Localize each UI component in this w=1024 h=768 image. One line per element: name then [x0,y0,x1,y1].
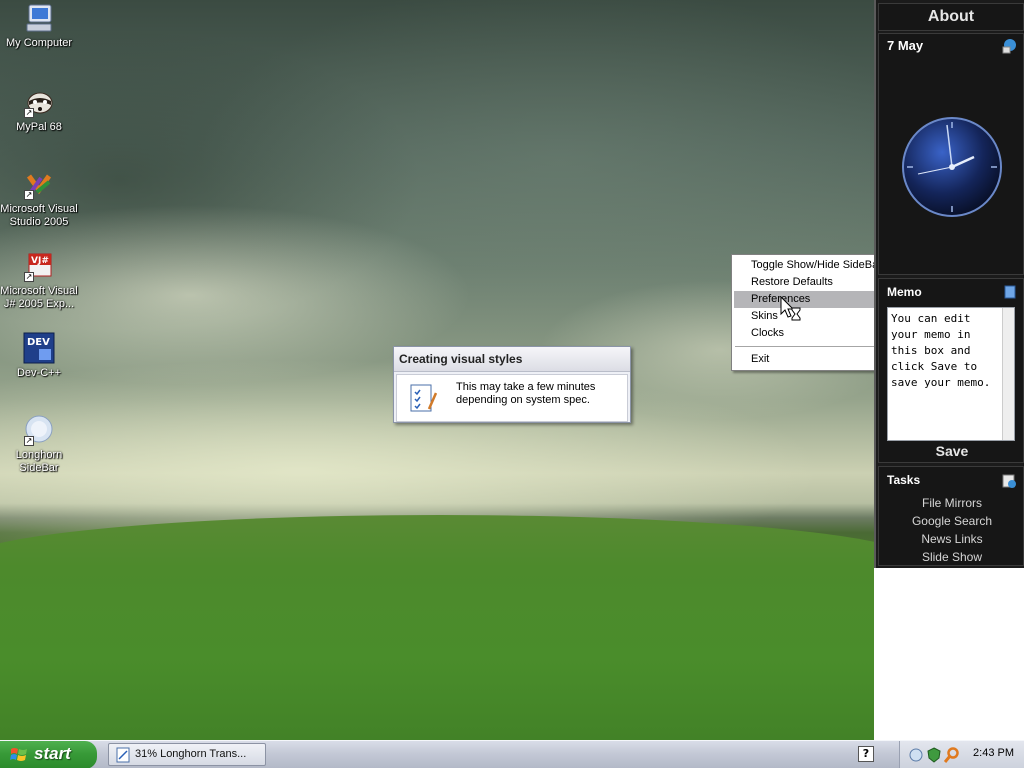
svg-text:VJ#: VJ# [31,256,49,266]
checklist-icon [409,383,438,419]
menu-item-label: Toggle Show/Hide SideBar [751,259,882,271]
desktop-icon-label: Longhorn SideBar [15,449,63,474]
desktop-icon-label: Dev-C++ [16,367,62,379]
network-icon[interactable] [908,747,924,766]
dialog-message: This may take a few minutes depending on… [456,381,596,406]
desktop-icon-label: Microsoft Visual J# 2005 Exp... [0,285,78,310]
start-button[interactable]: start [0,741,97,768]
tasks-settings-icon[interactable] [1001,473,1017,492]
dev-cpp-icon: DEV [23,332,55,364]
memo-panel: Memo You can edit your memo in this box … [878,278,1024,463]
desktop-icon-label: MyPal 68 [16,121,62,133]
clock-panel: 7 May [878,33,1024,275]
menu-item-label: Clocks [751,327,785,339]
taskbar-button-longhorn-transformation[interactable]: 31% Longhorn Trans... [108,743,266,766]
desktop-icon-longhorn-sidebar[interactable]: ↗ Longhorn SideBar [0,414,78,475]
task-link-google-search[interactable]: Google Search [879,512,1024,530]
menu-separator [735,346,896,347]
desktop-icon-vj-sharp[interactable]: VJ# ↗ Microsoft Visual J# 2005 Exp... [0,250,78,311]
sidebar-body: About 7 May Memo You can edit your memo … [874,0,1024,568]
installer-icon [116,747,130,765]
about-label: About [927,8,975,25]
menu-item-restore-defaults[interactable]: Restore Defaults [734,274,897,291]
visual-studio-icon: ↗ [23,168,55,200]
menu-item-preferences[interactable]: Preferences [734,291,897,308]
computer-icon [23,2,55,34]
date-label: 7 May [887,38,924,53]
svg-text:DEV: DEV [27,337,50,348]
menu-item-clocks[interactable]: Clocks▶ [734,325,897,342]
analog-clock [901,116,1003,221]
clock-settings-icon[interactable] [1001,38,1017,57]
longhorn-sidebar: About 7 May Memo You can edit your memo … [874,0,1024,740]
mouse-cursor-icon [780,295,802,322]
memo-note-icon[interactable] [1003,285,1017,302]
desktop-icon-mypal[interactable]: ↗ MyPal 68 [0,86,78,134]
menu-item-label: Exit [751,353,770,365]
desktop-icon-label: Microsoft Visual Studio 2005 [0,203,78,228]
memo-save-button[interactable]: Save [879,443,1024,459]
progress-dialog: Creating visual styles This may take a f… [393,346,631,423]
help-icon[interactable]: ? [858,746,874,762]
security-icon[interactable] [926,747,942,766]
menu-item-exit[interactable]: Exit [734,351,897,368]
task-link-news-links[interactable]: News Links [879,530,1024,548]
raccoon-icon: ↗ [23,86,55,118]
memo-textarea[interactable]: You can edit your memo in this box and c… [887,307,1015,441]
menu-item-toggle-sidebar[interactable]: Toggle Show/Hide SideBar [734,257,897,274]
longhorn-sidebar-icon: ↗ [23,414,55,446]
search-icon[interactable] [943,747,960,766]
wallpaper-hill [0,515,874,740]
memo-scrollbar[interactable] [1002,308,1014,440]
desktop-icon-dev-cpp[interactable]: DEV Dev-C++ [0,332,78,380]
menu-item-label: Skins [751,310,778,322]
about-header[interactable]: About [878,3,1024,31]
desktop-icon-visual-studio[interactable]: ↗ Microsoft Visual Studio 2005 [0,168,78,229]
taskbar: start 31% Longhorn Trans... ? 2:43 PM [0,740,1024,768]
memo-title: Memo [887,285,922,299]
tasks-panel: Tasks File Mirrors Google Search News Li… [878,466,1024,566]
taskbar-button-label: 31% Longhorn Trans... [135,748,247,760]
menu-item-label: Restore Defaults [751,276,833,288]
tasks-title: Tasks [887,473,921,487]
vj-sharp-icon: VJ# ↗ [23,250,55,282]
windows-logo-icon [10,747,28,768]
start-label: start [34,744,71,763]
taskbar-clock[interactable]: 2:43 PM [973,747,1014,759]
task-link-file-mirrors[interactable]: File Mirrors [879,494,1024,512]
desktop-icon-label: My Computer [5,37,73,49]
menu-item-skins[interactable]: Skins▶ [734,308,897,325]
desktop-icon-my-computer[interactable]: My Computer [0,2,78,50]
system-tray: 2:43 PM [899,741,1024,768]
task-link-slide-show[interactable]: Slide Show [879,548,1024,566]
dialog-title: Creating visual styles [394,347,630,372]
